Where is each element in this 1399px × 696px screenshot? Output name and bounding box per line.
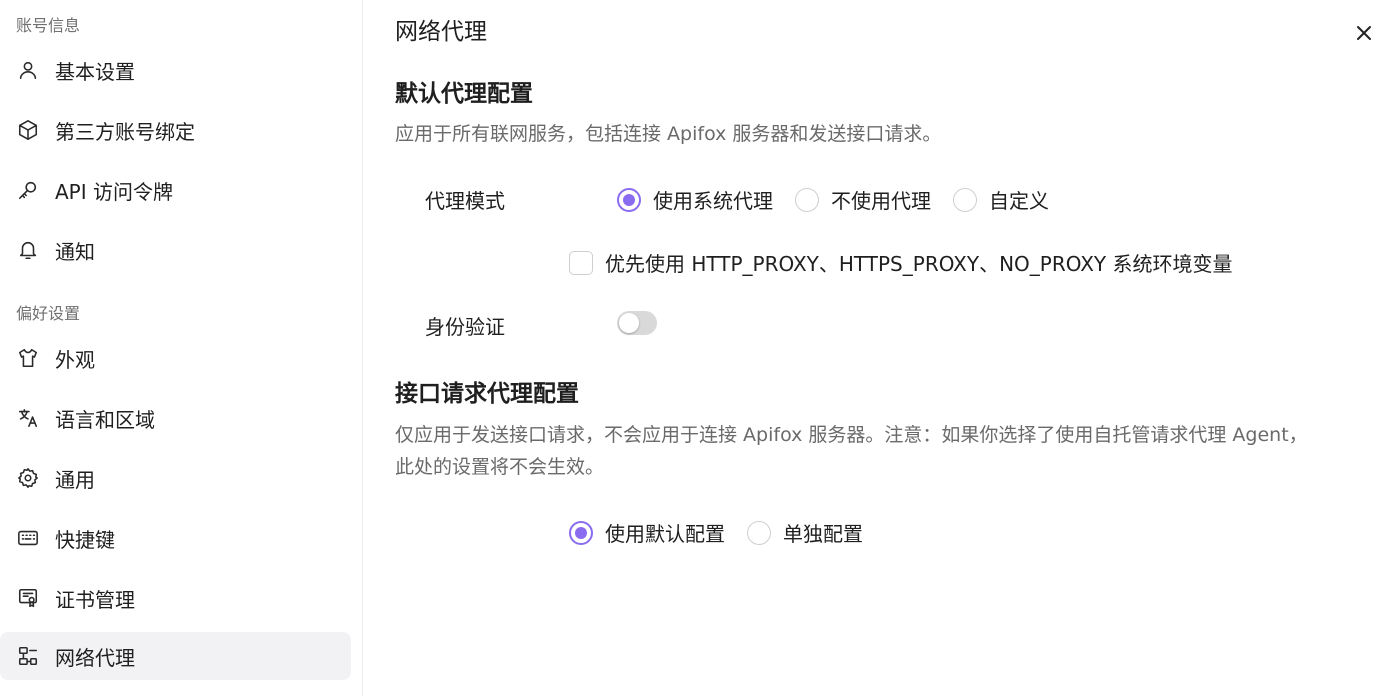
network-icon [16,644,40,668]
radio-circle [569,520,593,545]
auth-toggle[interactable] [617,311,657,335]
sidebar-item-network-proxy[interactable]: 网络代理 [0,632,351,680]
auth-label: 身份验证 [425,315,505,339]
group-title-account: 账号信息 [16,16,81,35]
sidebar-item-label: 网络代理 [55,645,135,670]
sidebar-item-label: 通知 [55,239,95,264]
radio-label: 使用默认配置 [605,522,725,546]
sidebar-item-api-token[interactable]: API 访问令牌 [0,166,351,214]
radio-circle [747,520,771,545]
toggle-knob [619,313,639,333]
group-title-preferences: 偏好设置 [16,304,81,323]
radio-label: 自定义 [989,189,1049,213]
radio-label: 不使用代理 [831,189,931,213]
page-title: 网络代理 [395,19,487,45]
radio-custom-proxy[interactable]: 自定义 [953,185,1049,214]
sidebar-item-label: 语言和区域 [55,407,155,432]
certificate-icon [16,586,40,610]
close-button[interactable] [1352,21,1376,45]
radio-label: 单独配置 [783,522,863,546]
sidebar-item-certificates[interactable]: 证书管理 [0,574,351,622]
sidebar-item-label: API 访问令牌 [55,179,173,204]
keyboard-icon [16,526,40,550]
cube-icon [16,118,40,142]
user-icon [16,58,40,82]
section-title-request-proxy: 接口请求代理配置 [395,381,579,407]
settings-content: 网络代理 默认代理配置 应用于所有联网服务，包括连接 Apifox 服务器和发送… [364,0,1399,696]
sidebar-item-general[interactable]: 通用 [0,454,351,502]
sidebar-item-third-party[interactable]: 第三方账号绑定 [0,106,351,154]
section-desc-request-proxy-line1: 仅应用于发送接口请求，不会应用于连接 Apifox 服务器。注意：如果你选择了使… [395,424,1308,446]
settings-sidebar: 账号信息 基本设置 第三方账号绑定 API 访问令牌 通知 偏好设置 外观 语言… [0,0,363,696]
section-desc-default-proxy: 应用于所有联网服务，包括连接 Apifox 服务器和发送接口请求。 [395,123,942,145]
sidebar-item-shortcuts[interactable]: 快捷键 [0,514,351,562]
bell-icon [16,238,40,262]
proxy-mode-label: 代理模式 [425,189,505,213]
sidebar-item-basic-settings[interactable]: 基本设置 [0,46,351,94]
translate-icon [16,406,40,430]
sidebar-item-notifications[interactable]: 通知 [0,226,351,274]
env-variables-checkbox[interactable]: 优先使用 HTTP_PROXY、HTTPS_PROXY、NO_PROXY 系统环… [569,248,1233,277]
sidebar-item-label: 外观 [55,347,95,372]
radio-no-proxy[interactable]: 不使用代理 [795,185,931,214]
key-icon [16,178,40,202]
sidebar-item-label: 快捷键 [55,527,115,552]
shirt-icon [16,346,40,370]
radio-circle [953,187,977,212]
radio-use-system-proxy[interactable]: 使用系统代理 [617,185,773,214]
sidebar-item-label: 证书管理 [55,587,135,612]
request-proxy-radio-group: 使用默认配置 单独配置 [569,518,885,547]
radio-label: 使用系统代理 [653,189,773,213]
section-title-default-proxy: 默认代理配置 [395,81,533,107]
gear-icon [16,466,40,490]
radio-circle [617,187,641,212]
sidebar-item-label: 第三方账号绑定 [55,119,195,144]
section-desc-request-proxy-line2: 此处的设置将不会生效。 [395,456,605,478]
radio-circle [795,187,819,212]
sidebar-item-appearance[interactable]: 外观 [0,334,351,382]
sidebar-item-language-region[interactable]: 语言和区域 [0,394,351,442]
radio-separate-config[interactable]: 单独配置 [747,518,863,547]
proxy-mode-radio-group: 使用系统代理 不使用代理 自定义 [617,185,1071,214]
sidebar-item-label: 通用 [55,467,95,492]
checkbox-label: 优先使用 HTTP_PROXY、HTTPS_PROXY、NO_PROXY 系统环… [605,252,1233,276]
checkbox-box [569,250,593,275]
close-icon [1357,26,1371,40]
radio-use-default-config[interactable]: 使用默认配置 [569,518,725,547]
sidebar-item-label: 基本设置 [55,59,135,84]
